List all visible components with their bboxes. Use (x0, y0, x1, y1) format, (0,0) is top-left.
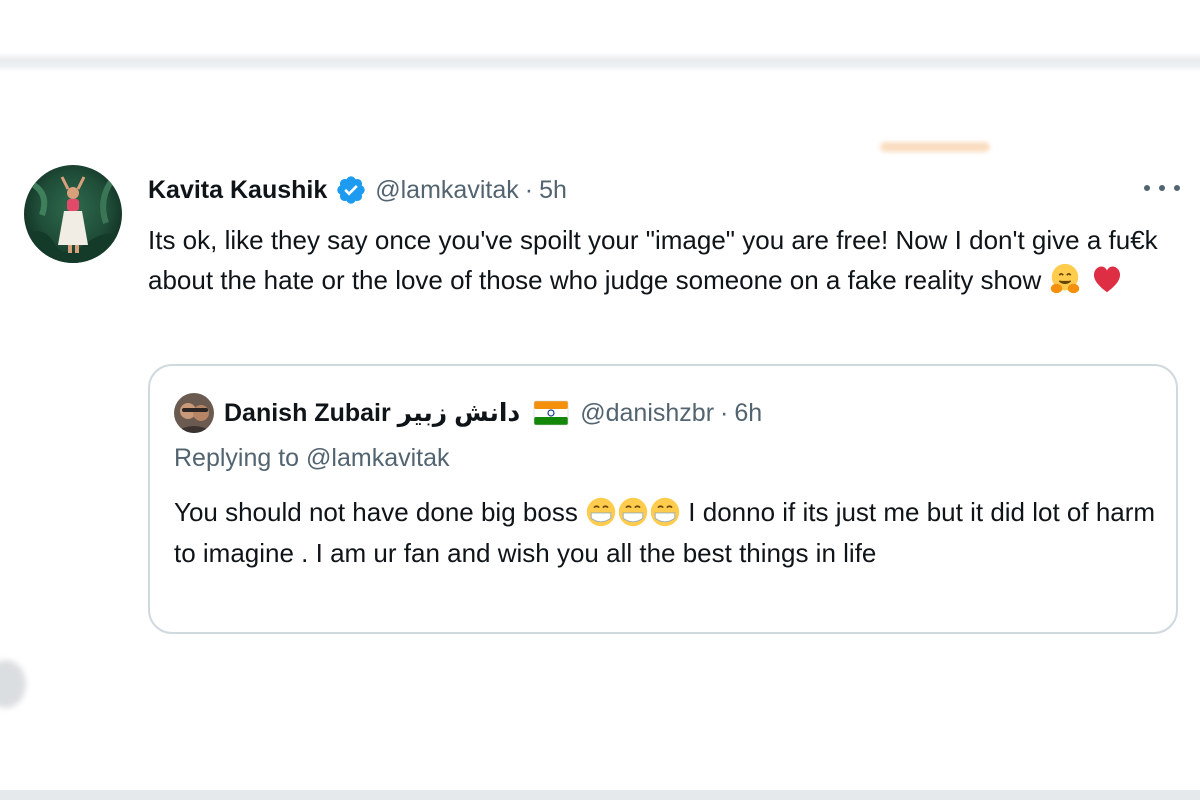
quoted-tweet-timestamp[interactable]: 6h (734, 399, 762, 428)
author-name[interactable]: Kavita Kaushik (148, 176, 327, 205)
face-with-medical-mask-emoji (618, 497, 648, 527)
quoted-avatar-photo (174, 393, 214, 433)
face-with-medical-mask-emoji (650, 497, 680, 527)
hugging-face-emoji (1051, 263, 1080, 294)
quoted-author-handle[interactable]: @danishzbr (580, 399, 714, 428)
tweet-header: Kavita Kaushik @lamkavitak · 5h (148, 170, 567, 210)
quoted-author-name[interactable]: Danish Zubair دانش زبیر (224, 398, 520, 428)
separator-dot: · (524, 175, 534, 204)
tweet-text: Its ok, like they say once you've spoilt… (148, 220, 1178, 300)
india-flag-emoji (533, 400, 569, 426)
quoted-author-avatar (174, 393, 214, 433)
red-heart-emoji (1093, 266, 1120, 293)
more-options-icon[interactable] (1144, 178, 1180, 198)
replying-to-line: Replying to @lamkavitak (174, 444, 450, 473)
background-blur-avatar (0, 660, 26, 708)
quoted-tweet-card[interactable]: Danish Zubair دانش زبیر @danishzbr · 6h … (148, 364, 1178, 634)
face-with-medical-mask-emoji (586, 497, 616, 527)
quoted-tweet-header: Danish Zubair دانش زبیر @danishzbr · 6h (174, 392, 762, 434)
replying-to-label: Replying to (174, 444, 300, 472)
author-handle[interactable]: @lamkavitak (375, 176, 518, 205)
quoted-text-before: You should not have done big boss (174, 497, 586, 527)
quoted-tweet-text: You should not have done big boss I donn… (174, 492, 1164, 574)
verified-badge-icon (337, 176, 365, 204)
replying-to-handle[interactable]: @lamkavitak (306, 444, 449, 472)
top-divider-strip (0, 52, 1200, 72)
avatar-photo (24, 165, 122, 263)
quoted-separator-dot: · (720, 398, 729, 427)
bottom-divider-strip (0, 790, 1200, 800)
tweet-text-content: Its ok, like they say once you've spoilt… (148, 225, 1158, 295)
author-avatar[interactable] (24, 165, 122, 263)
tweet-timestamp[interactable]: 5h (539, 176, 567, 205)
background-blur-element (880, 142, 990, 152)
